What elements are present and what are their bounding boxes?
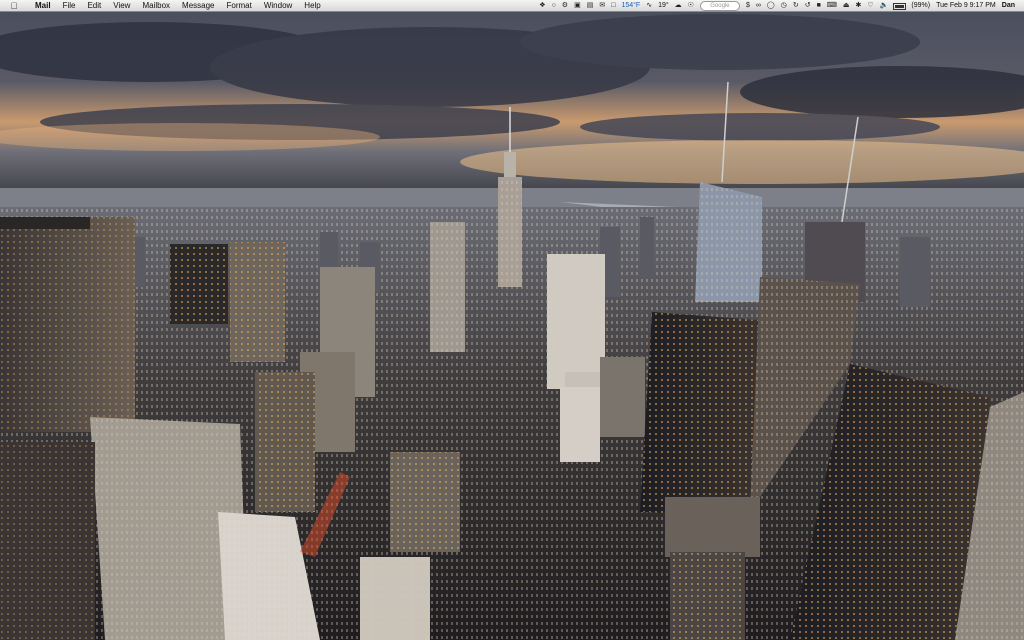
menu-bar:  Mail File Edit View Mailbox Message Fo… <box>0 0 1024 12</box>
desktop-wallpaper <box>0 12 1024 640</box>
menu-view[interactable]: View <box>107 0 136 12</box>
google-search-input[interactable]: Google <box>699 1 740 11</box>
menu-extras: ❖ ○ ⚙ ▣ ▤ ✉ □ 154°F ∿ 19° ☁ ☉ Google $ ∞… <box>536 0 1024 12</box>
circle-status-icon[interactable]: ○ <box>549 0 559 12</box>
storm-clouds <box>0 14 1024 141</box>
app-menu-mail[interactable]: Mail <box>29 0 57 12</box>
menu-format[interactable]: Format <box>221 0 258 12</box>
messenger-icon[interactable]: ♡ <box>864 0 876 12</box>
settings-icon[interactable]: ⚙ <box>559 0 571 12</box>
apple-icon[interactable]:  <box>9 0 19 12</box>
battery-icon[interactable] <box>893 2 907 10</box>
mail-icon[interactable]: ✉ <box>596 0 608 12</box>
dollar-icon[interactable]: $ <box>743 0 753 12</box>
activity-icon[interactable]: ▤ <box>584 0 597 12</box>
user-menu[interactable]: Dan <box>999 0 1018 12</box>
sync-icon[interactable]: ↻ <box>790 0 802 12</box>
screen-icon[interactable]: ■ <box>814 0 824 12</box>
clock[interactable]: Tue Feb 9 9:17 PM <box>933 0 999 12</box>
foreground-tower-center <box>640 312 758 517</box>
cpu-temperature[interactable]: 154°F <box>618 0 643 12</box>
metlife-building <box>0 217 135 432</box>
menu-file[interactable]: File <box>57 0 82 12</box>
monitor-icon[interactable]: ▣ <box>571 0 584 12</box>
wifi-icon[interactable]: ∿ <box>643 0 655 12</box>
globe-icon[interactable]: ☉ <box>685 0 697 12</box>
menu-message[interactable]: Message <box>176 0 220 12</box>
display-icon[interactable]: □ <box>608 0 618 12</box>
volume-icon[interactable]: 🔈 <box>877 0 892 12</box>
cloud-sync-icon[interactable]: ∞ <box>753 0 764 12</box>
bluetooth-icon[interactable]: ✱ <box>853 0 865 12</box>
menu-bar-left:  Mail File Edit View Mailbox Message Fo… <box>0 0 327 12</box>
clock-icon[interactable]: ◷ <box>778 0 790 12</box>
menu-help[interactable]: Help <box>298 0 326 12</box>
weather-icon[interactable]: ☁ <box>672 0 685 12</box>
menu-edit[interactable]: Edit <box>81 0 107 12</box>
remote-icon[interactable]: ◯ <box>764 0 778 12</box>
script-icon[interactable]: ❖ <box>536 0 548 12</box>
weather-temperature[interactable]: 19° <box>655 0 672 12</box>
battery-percent[interactable]: (99%) <box>908 0 933 12</box>
battery-fill <box>895 4 905 8</box>
time-machine-icon[interactable]: ↺ <box>802 0 814 12</box>
eject-icon[interactable]: ⏏ <box>840 0 853 12</box>
menu-window[interactable]: Window <box>258 0 298 12</box>
keyboard-icon[interactable]: ⌨ <box>824 0 840 12</box>
menu-mailbox[interactable]: Mailbox <box>136 0 176 12</box>
